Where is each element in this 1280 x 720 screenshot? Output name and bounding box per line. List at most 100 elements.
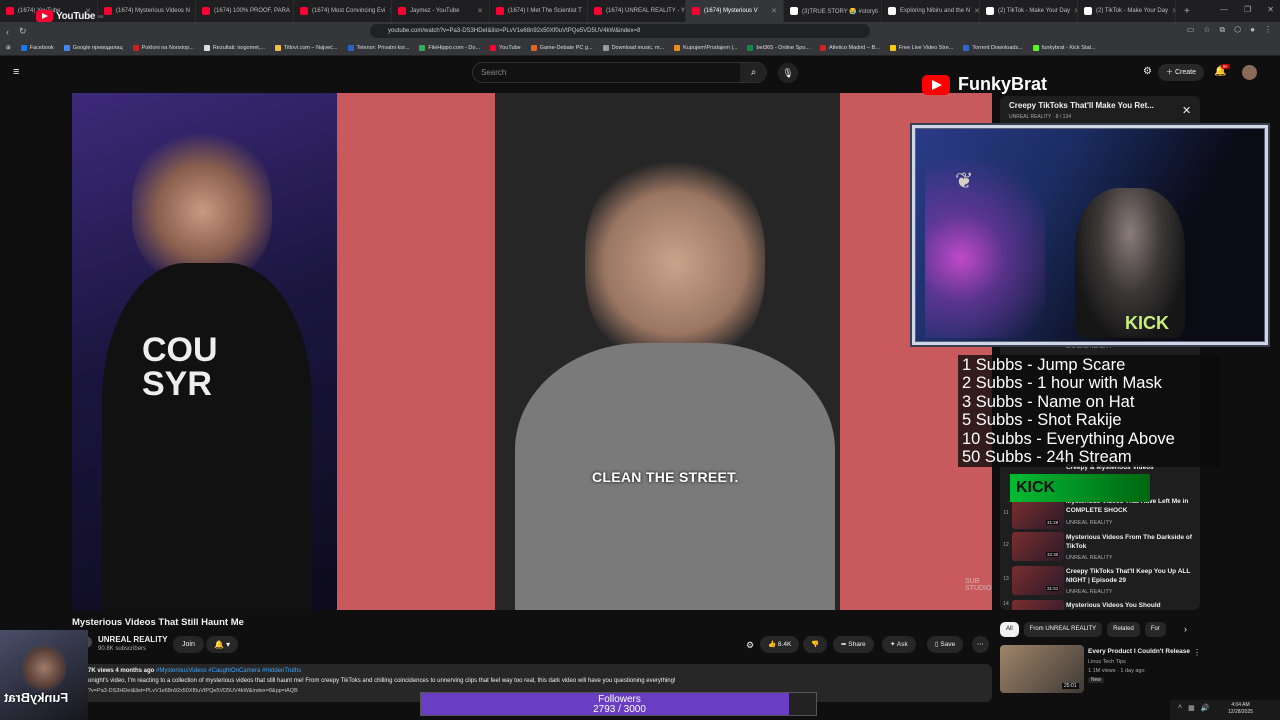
cast-icon[interactable]: ▭ — [1187, 25, 1195, 35]
tab-label: (3)TRUE STORY 😭 #storyti — [802, 8, 878, 15]
save-button[interactable]: ▯ Save — [927, 636, 964, 653]
close-window-icon[interactable]: ✕ — [1267, 5, 1274, 14]
browser-tab[interactable]: (1674) I Met The Scientist T✕ — [490, 0, 588, 22]
bookmark-item[interactable]: Kupujem!Prodajem |... — [674, 45, 737, 51]
bookmark-item[interactable]: Google преводилац — [63, 45, 123, 51]
more-actions-button[interactable]: ⋯ — [972, 636, 989, 653]
browser-tab[interactable]: Jaymez - YouTube ✕ — [392, 0, 490, 22]
search-button[interactable]: ⌕ — [740, 63, 767, 82]
recommended-channel[interactable]: Linus Tech Tips — [1088, 659, 1126, 665]
playlist-index: 14 — [1003, 601, 1009, 607]
bookmark-favicon-icon — [889, 45, 896, 51]
playlist-item[interactable]: 12 32:30 Mysterious Videos From The Dark… — [1002, 532, 1198, 564]
streamer-name: FunkyBrat — [958, 74, 1048, 94]
more-icon[interactable]: ⋮ — [1193, 648, 1201, 657]
playlist-subtitle: UNREAL REALITY · 8 / 134 — [1009, 114, 1071, 120]
hashtags[interactable]: #MysteriousVideos #CaughtOnCamera #Hidde… — [156, 668, 301, 674]
search-input[interactable]: Search — [472, 62, 767, 83]
settings-icon[interactable]: ⚙ — [746, 640, 754, 651]
youtube-logo[interactable]: YouTube RS — [36, 10, 103, 22]
close-tab-icon[interactable]: ✕ — [771, 7, 777, 15]
youtube-region: RS — [98, 13, 104, 19]
avatar[interactable] — [1242, 65, 1257, 80]
bookmark-item[interactable]: Free Live Video Stre... — [889, 45, 953, 51]
bookmark-item[interactable]: bet365 - Online Spo... — [747, 45, 810, 51]
chevron-right-icon[interactable]: › — [1184, 624, 1187, 634]
sparkle-icon: ✦ — [890, 641, 897, 648]
bookmark-label: Pokloni na Nonstop... — [141, 45, 194, 51]
browser-tab[interactable]: (1674) Most Convincing Evi✕ — [294, 0, 392, 22]
back-icon[interactable]: ‹ — [6, 27, 9, 37]
bookmark-item[interactable]: funkybrat - Kick Stat... — [1032, 45, 1096, 51]
extension-icon[interactable]: ⬡ — [1234, 25, 1241, 35]
description-link[interactable]: ?v=Pa3-DS3HDeI&list=PLvV1e68n92x50Xf0uVt… — [88, 688, 298, 694]
browser-tab[interactable]: Exploring Nibiru and the N ✕ — [882, 0, 980, 22]
share-button[interactable]: ➦ Share — [833, 636, 874, 653]
ask-button[interactable]: ✦ Ask — [882, 636, 916, 653]
bookmark-item[interactable]: YouTube — [490, 45, 521, 51]
chip-for-you[interactable]: For — [1144, 622, 1166, 637]
chevron-up-icon[interactable]: ˄ — [1178, 704, 1182, 712]
browser-tab[interactable]: (3)TRUE STORY 😭 #storyti✕ — [784, 0, 882, 22]
minimize-icon[interactable]: — — [1220, 5, 1228, 14]
playlist-item[interactable]: 11 31:29 Mysterious Videos That Have Lef… — [1002, 498, 1198, 532]
streamer-logo: FunkyBrat — [922, 74, 1047, 95]
maximize-icon[interactable]: ❐ — [1244, 5, 1251, 14]
cast-icon[interactable]: ⚙ — [1143, 66, 1152, 77]
browser-tab[interactable]: (1674) Mysterious V ✕ — [686, 0, 784, 22]
network-icon[interactable]: ▦ — [1188, 704, 1195, 712]
video-player[interactable]: COU SYR CLEAN THE STREET. SUB STUDIO — [72, 93, 992, 610]
system-clock[interactable]: 4:04 AM 12/28/2025 — [1228, 702, 1253, 716]
reload-icon[interactable]: ↻ — [19, 26, 27, 37]
apps-icon[interactable]: ⊞ — [6, 45, 11, 51]
volume-icon[interactable]: 🔊 — [1201, 704, 1210, 712]
voice-search-button[interactable]: 🎙 — [778, 63, 798, 83]
recommended-video[interactable]: 25:01 Every Product I Couldn't Release L… — [1000, 645, 1200, 695]
bookmark-item[interactable]: Pokloni na Nonstop... — [132, 45, 194, 51]
menu-dots-icon[interactable]: ⋮ — [1264, 25, 1272, 35]
chip-all[interactable]: All — [1000, 622, 1019, 637]
new-tab-icon[interactable]: + — [1176, 6, 1198, 17]
like-button[interactable]: 👍 8.4K — [760, 636, 800, 653]
browser-toolbar-icons: ▭ ☆ ⧉ ⬡ ● ⋮ — [1187, 25, 1272, 35]
close-tab-icon[interactable]: ✕ — [477, 7, 483, 15]
create-button[interactable]: ＋ Create — [1158, 64, 1204, 81]
bookmark-item[interactable]: Download music, m... — [602, 45, 665, 51]
playlist-item[interactable]: 14 Mysterious Videos You Should — [1002, 600, 1198, 610]
extension-icon[interactable]: ⧉ — [1219, 25, 1225, 35]
browser-tab[interactable]: (2) TikTok - Make Your Day✕ — [1078, 0, 1176, 22]
dislike-button[interactable]: 👎 — [803, 636, 828, 653]
bookmark-item[interactable]: Rezultati: nogomet,... — [203, 45, 265, 51]
duration-badge: 32:30 — [1046, 552, 1060, 557]
bookmark-star-icon[interactable]: ☆ — [1203, 25, 1210, 35]
chip-related[interactable]: Related — [1107, 622, 1140, 637]
profile-icon[interactable]: ● — [1250, 25, 1255, 35]
bookmark-label: Download music, m... — [611, 45, 665, 51]
youtube-play-icon — [36, 10, 53, 22]
bookmark-item[interactable]: Telenor: Privatni kor... — [347, 45, 409, 51]
browser-tab[interactable]: (1674) Mysterious Videos N✕ — [98, 0, 196, 22]
notification-bell-button[interactable]: 🔔 ▾ — [206, 636, 239, 653]
bookmark-item[interactable]: Atletico Madrid – B... — [819, 45, 880, 51]
hamburger-menu-icon[interactable]: ≡ — [13, 66, 19, 78]
bookmark-item[interactable]: Facebook — [20, 45, 54, 51]
browser-tab[interactable]: (1674) UNREAL REALITY - Y✕ — [588, 0, 686, 22]
thumbs-down-icon: 👎 — [811, 641, 820, 648]
bookmark-item[interactable]: Game-Debate PC g... — [530, 45, 593, 51]
tab-favicon-icon — [790, 7, 798, 15]
facecam-face — [22, 644, 66, 692]
playlist-title[interactable]: Creepy TikToks That'll Make You Ret... — [1009, 101, 1154, 110]
channel-name[interactable]: UNREAL REALITY — [98, 635, 168, 644]
bookmark-label: Kupujem!Prodajem |... — [683, 45, 738, 51]
chip-from-channel[interactable]: From UNREAL REALITY — [1023, 622, 1103, 637]
browser-tab[interactable]: (2) TikTok - Make Your Day✕ — [980, 0, 1078, 22]
address-bar[interactable]: youtube.com/watch?v=Pa3-DS3HDeI&list=PLv… — [370, 24, 870, 38]
browser-tab[interactable]: (1674) 100% PROOF, PARA✕ — [196, 0, 294, 22]
bookmark-item[interactable]: FileHippo.com - Do... — [419, 45, 480, 51]
new-badge: New — [1088, 677, 1105, 683]
bookmark-item[interactable]: Torrent Downloads... — [963, 45, 1023, 51]
join-button[interactable]: Join — [173, 636, 204, 653]
playlist-item[interactable]: 13 31:51 Creepy TikToks That'll Keep You… — [1002, 566, 1198, 598]
bookmark-item[interactable]: Titlovi.com – Najveć... — [274, 45, 338, 51]
close-icon[interactable]: ✕ — [1182, 104, 1191, 117]
